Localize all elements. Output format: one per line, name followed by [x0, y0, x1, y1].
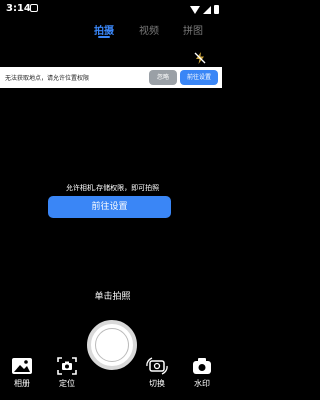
- location-settings-button[interactable]: 前往设置: [180, 70, 218, 85]
- ignore-button[interactable]: 忽略: [149, 70, 177, 85]
- signal-icon: [203, 5, 211, 14]
- tab-photo[interactable]: 拍摄: [94, 22, 114, 37]
- album-button[interactable]: 相册: [7, 357, 37, 389]
- notification-icon: [30, 4, 38, 12]
- shutter-button[interactable]: [87, 320, 137, 370]
- battery-icon: [214, 5, 219, 14]
- wifi-icon: [190, 5, 200, 14]
- album-label: 相册: [14, 379, 30, 388]
- tab-video[interactable]: 视频: [139, 22, 159, 37]
- switch-label: 切换: [149, 379, 165, 388]
- tap-to-shoot-hint: 单击拍照: [94, 292, 131, 302]
- flash-off-icon[interactable]: [193, 51, 207, 65]
- switch-camera-icon: [146, 357, 168, 375]
- switch-camera-button[interactable]: 切换: [142, 357, 172, 389]
- watermark-label: 水印: [194, 379, 210, 388]
- tab-collage[interactable]: 拼图: [183, 22, 203, 37]
- mode-tabs: 拍摄 视频 拼图: [0, 19, 225, 41]
- location-label: 定位: [59, 379, 75, 388]
- location-camera-icon: [57, 357, 77, 375]
- location-button[interactable]: 定位: [52, 357, 82, 389]
- image-icon: [12, 358, 32, 374]
- permission-settings-button[interactable]: 前往设置: [48, 196, 171, 218]
- tab-active-indicator: [98, 36, 110, 38]
- status-icons: [190, 5, 219, 14]
- location-permission-banner: 无法获取地点，请允许位置权限 忽略 前往设置: [0, 67, 222, 88]
- location-warning-text: 无法获取地点，请允许位置权限: [5, 75, 90, 82]
- status-bar: 3:14: [0, 0, 225, 18]
- camera-icon: [193, 358, 211, 374]
- permission-message: 允许相机,存储权限，即可拍照: [65, 184, 160, 192]
- watermark-button[interactable]: 水印: [187, 357, 217, 389]
- status-time: 3:14: [6, 3, 31, 14]
